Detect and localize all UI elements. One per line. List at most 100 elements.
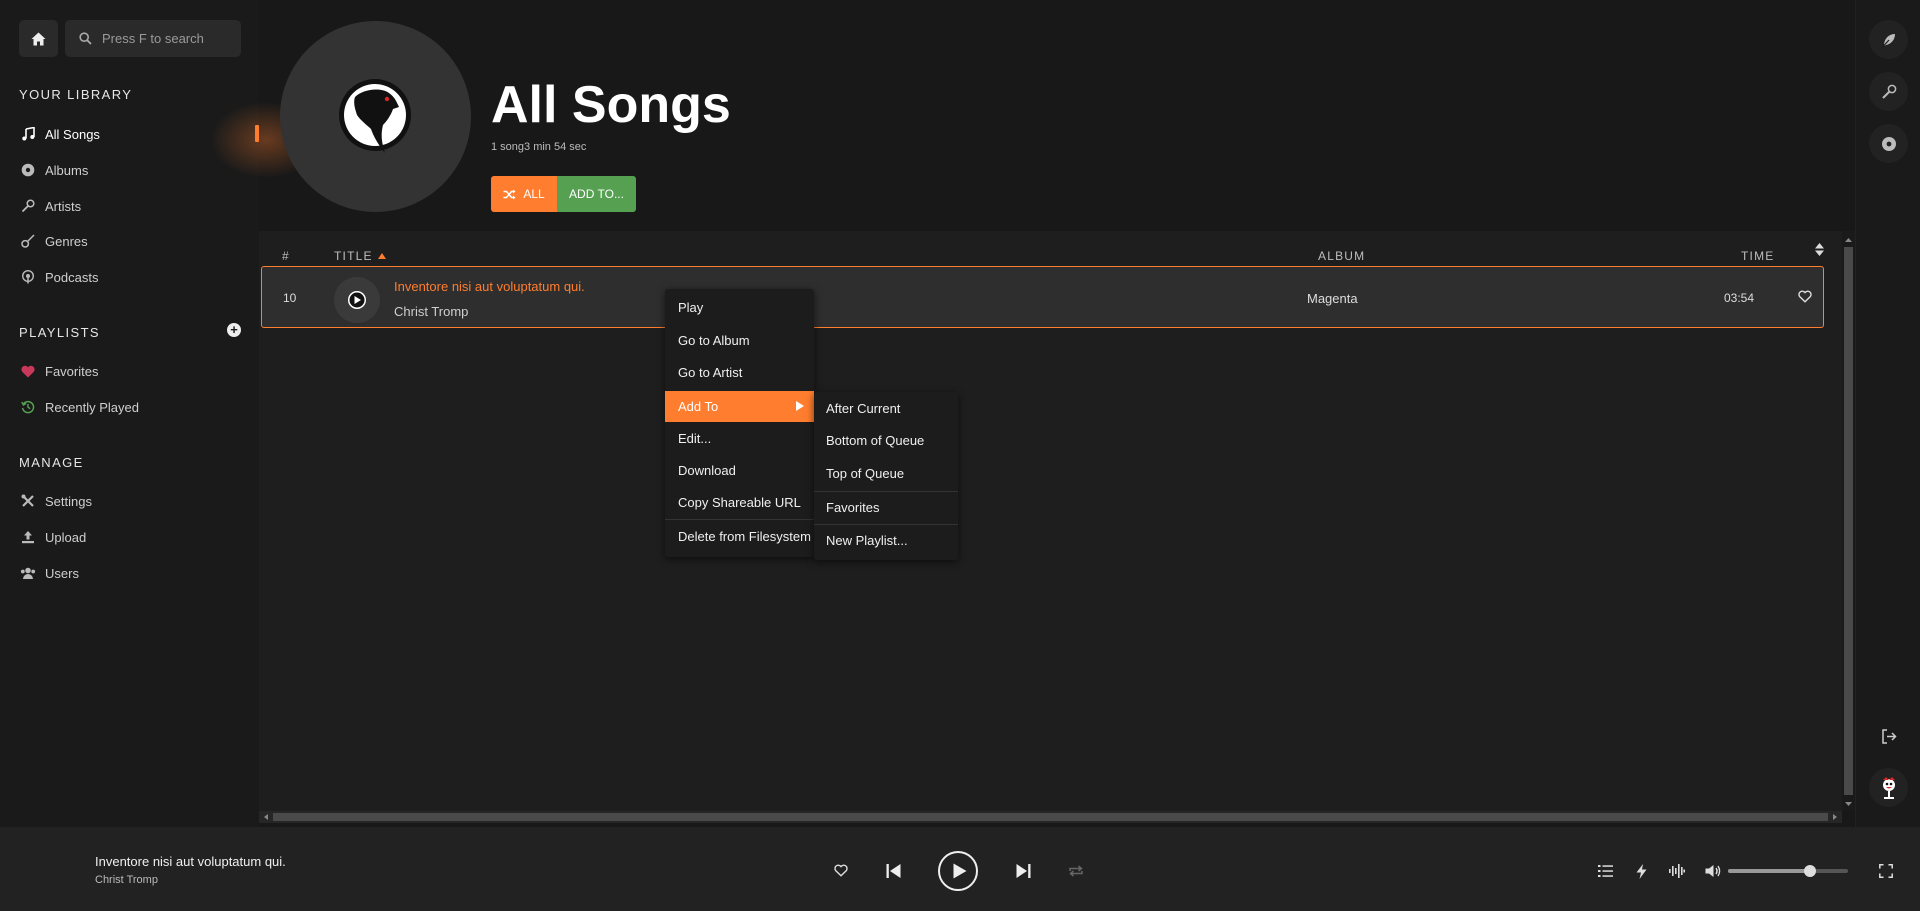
scroll-up-icon xyxy=(1845,238,1852,242)
sidebar-item-label: Genres xyxy=(45,233,88,249)
upload-icon xyxy=(19,529,36,546)
sidebar-item-genres[interactable]: Genres xyxy=(19,229,88,253)
column-header-title-label: TITLE xyxy=(334,249,373,263)
menu-item-play[interactable]: Play xyxy=(665,292,814,323)
sidebar-item-podcasts[interactable]: Podcasts xyxy=(19,265,98,289)
visualizer-button[interactable] xyxy=(1669,864,1685,878)
album-info-button[interactable] xyxy=(1869,124,1908,163)
sidebar-item-albums[interactable]: Albums xyxy=(19,158,88,182)
koel-logo-icon xyxy=(337,77,415,157)
sidebar-item-settings[interactable]: Settings xyxy=(19,489,92,513)
column-header-album[interactable]: ALBUM xyxy=(1318,249,1365,263)
volume-knob[interactable] xyxy=(1803,865,1816,877)
song-context-menu: Play Go to Album Go to Artist Add To Edi… xyxy=(665,289,814,557)
add-to-button[interactable]: ADD TO... xyxy=(557,176,636,212)
column-header-number[interactable]: # xyxy=(282,249,290,263)
feather-icon xyxy=(1881,32,1897,48)
artist-info-button[interactable] xyxy=(1869,72,1908,111)
submenu-item-new-playlist[interactable]: New Playlist... xyxy=(814,525,958,555)
sidebar-item-all-songs[interactable]: All Songs xyxy=(19,122,100,146)
fullscreen-button[interactable] xyxy=(1879,864,1893,878)
horizontal-scroll-thumb[interactable] xyxy=(273,813,1828,821)
microphone-icon xyxy=(1881,84,1897,100)
playlist-meta: 1 song3 min 54 sec xyxy=(491,141,587,153)
sidebar-item-recently-played[interactable]: Recently Played xyxy=(19,395,139,419)
sidebar-item-upload[interactable]: Upload xyxy=(19,525,86,549)
play-button[interactable] xyxy=(938,851,978,891)
submenu-item-favorites[interactable]: Favorites xyxy=(814,492,958,522)
queue-button[interactable] xyxy=(1598,864,1613,878)
shuffle-all-label: ALL xyxy=(523,187,545,201)
search-box[interactable] xyxy=(65,20,241,57)
podcast-icon xyxy=(19,269,36,286)
column-header-time[interactable]: TIME xyxy=(1741,249,1774,263)
skip-back-icon xyxy=(886,863,901,879)
disc-icon xyxy=(1881,136,1897,152)
vertical-scroll-thumb[interactable] xyxy=(1844,247,1853,795)
microphone-icon xyxy=(19,198,36,215)
search-input[interactable] xyxy=(102,31,232,46)
menu-item-edit[interactable]: Edit... xyxy=(665,423,814,454)
lyrics-button[interactable] xyxy=(1869,20,1908,59)
volume-slider[interactable] xyxy=(1728,865,1848,877)
volume-icon xyxy=(1705,864,1721,878)
logout-icon xyxy=(1881,729,1897,744)
sidebar-item-label: Albums xyxy=(45,162,89,178)
next-button[interactable] xyxy=(1016,863,1031,879)
heart-outline-icon xyxy=(834,864,848,877)
waveform-icon xyxy=(1669,864,1685,878)
column-header-title[interactable]: TITLE xyxy=(334,249,386,263)
queue-list-icon xyxy=(1598,864,1613,878)
song-list: # TITLE ALBUM TIME 10 Inventore nisi aut… xyxy=(259,231,1842,811)
history-icon xyxy=(19,399,36,416)
sidebar-item-label: Settings xyxy=(45,493,92,509)
sort-toggle-icon[interactable] xyxy=(1815,243,1824,256)
previous-button[interactable] xyxy=(886,863,901,879)
library-title: YOUR LIBRARY xyxy=(19,87,133,102)
menu-item-download[interactable]: Download xyxy=(665,455,814,486)
submenu-item-bottom-of-queue[interactable]: Bottom of Queue xyxy=(814,425,958,455)
menu-item-copy-url[interactable]: Copy Shareable URL xyxy=(665,487,814,518)
users-icon xyxy=(19,565,36,582)
song-title: Inventore nisi aut voluptatum qui. xyxy=(394,279,585,294)
sidebar-item-label: Favorites xyxy=(45,363,99,379)
sidebar: YOUR LIBRARY All Songs Albums Artists Ge… xyxy=(0,0,320,827)
sidebar-item-label: Recently Played xyxy=(45,399,139,415)
sidebar-item-label: Upload xyxy=(45,529,87,545)
sidebar-item-users[interactable]: Users xyxy=(19,561,79,585)
submenu-item-after-current[interactable]: After Current xyxy=(814,393,958,423)
sidebar-item-favorites[interactable]: Favorites xyxy=(19,359,98,383)
horizontal-scrollbar[interactable] xyxy=(259,811,1842,823)
now-playing-title[interactable]: Inventore nisi aut voluptatum qui. xyxy=(95,854,286,869)
repeat-button[interactable] xyxy=(1068,864,1084,878)
logout-button[interactable] xyxy=(1869,717,1908,756)
like-button[interactable] xyxy=(1798,290,1812,303)
home-button[interactable] xyxy=(19,20,58,57)
scroll-down-icon xyxy=(1845,802,1852,806)
menu-item-go-to-artist[interactable]: Go to Artist xyxy=(665,357,814,388)
song-album[interactable]: Magenta xyxy=(1307,291,1358,306)
avatar-icon xyxy=(1878,776,1900,800)
song-thumbnail[interactable] xyxy=(334,277,380,323)
sidebar-item-artists[interactable]: Artists xyxy=(19,194,81,218)
random-songs-button[interactable] xyxy=(1636,864,1647,879)
submenu-item-top-of-queue[interactable]: Top of Queue xyxy=(814,458,958,488)
table-row[interactable]: 10 Inventore nisi aut voluptatum qui. Ch… xyxy=(261,266,1824,328)
vertical-scrollbar[interactable] xyxy=(1842,231,1855,811)
menu-item-delete[interactable]: Delete from Filesystem xyxy=(665,521,814,552)
search-icon xyxy=(79,32,92,45)
menu-item-go-to-album[interactable]: Go to Album xyxy=(665,325,814,356)
mute-button[interactable] xyxy=(1705,864,1721,878)
submenu-arrow-icon xyxy=(796,401,804,411)
menu-item-add-to[interactable]: Add To xyxy=(665,391,814,422)
user-avatar[interactable] xyxy=(1869,768,1908,807)
song-artist[interactable]: Christ Tromp xyxy=(394,304,468,319)
shuffle-icon xyxy=(503,189,516,200)
manage-title: MANAGE xyxy=(19,455,84,470)
now-playing-artist[interactable]: Christ Tromp xyxy=(95,874,158,886)
add-playlist-button[interactable]: + xyxy=(227,323,241,337)
like-current-button[interactable] xyxy=(834,864,848,877)
shuffle-all-button[interactable]: ALL xyxy=(491,176,557,212)
scroll-right-icon xyxy=(1833,814,1837,820)
sidebar-item-label: Users xyxy=(45,565,79,581)
